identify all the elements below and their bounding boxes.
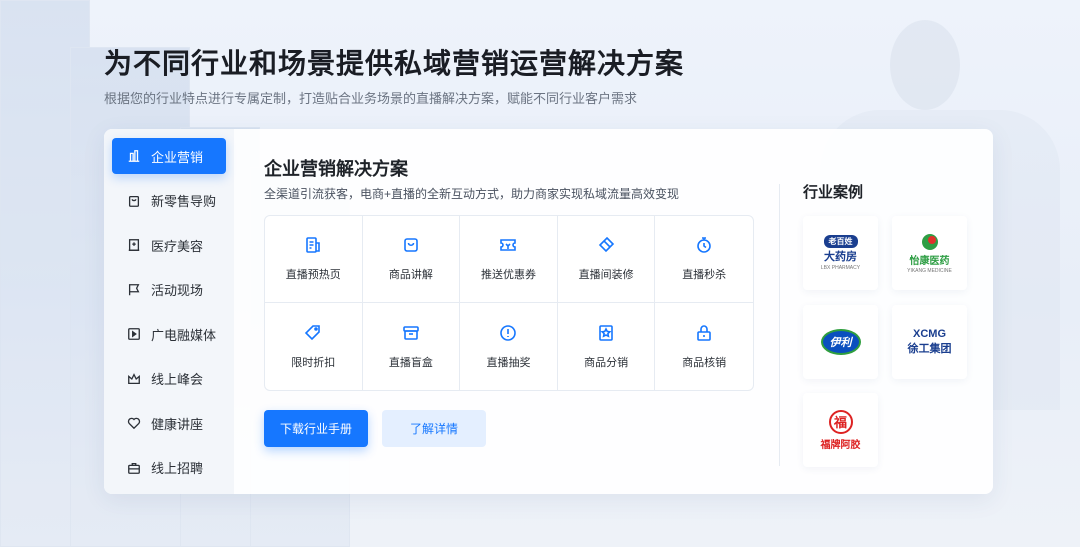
sidebar-item-broadcast-media[interactable]: 广电融媒体 <box>112 316 226 352</box>
logo-text: 福牌阿胶 <box>820 439 861 451</box>
feature-label: 直播抽奖 <box>486 356 531 369</box>
industry-sidebar: 企业营销 新零售导购 医疗美容 活动现场 广电融媒体 线上峰会 健康讲座 线上招… <box>104 129 234 494</box>
sidebar-item-label: 活动现场 <box>151 283 204 298</box>
xcmg-logo[interactable]: XCMG 徐工集团 <box>892 305 967 379</box>
feature-live-preview-page[interactable]: 直播预热页 <box>265 216 363 303</box>
box-icon <box>403 325 419 340</box>
industry-cases: 行业案例 老百姓 大药房 LBX PHARMACY 怡康医药 YIKANG ME… <box>803 129 983 494</box>
yili-logo[interactable]: 伊利 <box>803 305 878 379</box>
sidebar-item-event-venue[interactable]: 活动现场 <box>112 272 226 308</box>
building-icon <box>128 150 140 162</box>
briefcase-icon <box>128 462 140 474</box>
yikang-leaf-icon <box>921 234 938 250</box>
sidebar-item-enterprise-marketing[interactable]: 企业营销 <box>112 138 226 174</box>
sidebar-item-label: 线上招聘 <box>151 461 204 476</box>
feature-label: 推送优惠券 <box>480 269 536 281</box>
feature-product-distribution[interactable]: 商品分销 <box>558 303 656 390</box>
solutions-card: 企业营销 新零售导购 医疗美容 活动现场 广电融媒体 线上峰会 健康讲座 线上招… <box>104 129 993 494</box>
sidebar-item-label: 新零售导购 <box>151 194 217 209</box>
feature-label: 限时折扣 <box>291 356 336 369</box>
feature-product-verification[interactable]: 商品核销 <box>655 303 753 390</box>
hospital-icon <box>128 239 140 251</box>
sidebar-item-label: 广电融媒体 <box>151 327 217 343</box>
shopping-bag-icon <box>128 195 140 207</box>
feature-label: 直播秒杀 <box>682 269 727 281</box>
sidebar-item-new-retail[interactable]: 新零售导购 <box>112 183 226 219</box>
fupai-ejiao-logo[interactable]: 福 福牌阿胶 <box>803 393 878 467</box>
solution-panel: 企业营销解决方案 全渠道引流获客，电商+直播的全新互动方式，助力商家实现私域流量… <box>264 129 754 494</box>
sidebar-item-online-recruitment[interactable]: 线上招聘 <box>112 450 226 486</box>
feature-live-blind-box[interactable]: 直播盲盒 <box>363 303 461 390</box>
tag-icon <box>305 324 321 340</box>
heart-icon <box>127 417 141 430</box>
logo-text: 徐工集团 <box>907 343 952 355</box>
sidebar-item-medical-beauty[interactable]: 医疗美容 <box>112 227 226 263</box>
sidebar-item-health-lecture[interactable]: 健康讲座 <box>112 405 226 441</box>
sidebar-item-label: 医疗美容 <box>151 238 204 254</box>
logo-subtext: YIKANG MEDICINE <box>907 268 952 274</box>
product-bag-icon <box>404 238 418 252</box>
page-subtitle: 根据您的行业特点进行专属定制，打造贴合业务场景的直播解决方案，赋能不同行业客户需… <box>104 91 638 106</box>
feature-label: 直播间装修 <box>578 269 634 281</box>
download-handbook-button[interactable]: 下载行业手册 <box>264 410 368 447</box>
feature-label: 直播预热页 <box>285 269 341 281</box>
sidebar-item-online-summit[interactable]: 线上峰会 <box>112 361 226 397</box>
feature-label: 商品核销 <box>682 356 727 369</box>
feature-label: 直播盲盒 <box>388 356 433 369</box>
solution-title: 企业营销解决方案 <box>264 159 408 179</box>
feature-time-limited-discount[interactable]: 限时折扣 <box>265 303 363 390</box>
flag-icon <box>128 283 140 295</box>
logo-text: 怡康医药 <box>909 256 950 267</box>
lottery-icon <box>500 324 517 341</box>
preview-page-icon <box>306 237 321 253</box>
decorate-icon <box>598 236 615 253</box>
feature-push-coupon[interactable]: 推送优惠券 <box>460 216 558 303</box>
star-bookmark-icon <box>599 324 613 341</box>
page-title: 为不同行业和场景提供私域营销运营解决方案 <box>104 48 685 79</box>
divider <box>779 184 780 466</box>
feature-label: 商品讲解 <box>388 269 433 281</box>
logo-badge: XCMG <box>913 328 946 340</box>
cases-title: 行业案例 <box>803 184 864 201</box>
stopwatch-icon <box>697 237 711 253</box>
logo-subtext: LBX PHARMACY <box>820 265 861 271</box>
solution-description: 全渠道引流获客，电商+直播的全新互动方式，助力商家实现私域流量高效变现 <box>264 187 680 201</box>
logo-badge: 福 <box>828 409 853 434</box>
feature-product-explanation[interactable]: 商品讲解 <box>362 216 461 303</box>
feature-grid: 直播预热页 商品讲解 推送优惠券 直播间装修 直播秒杀 限时折扣 直播盲盒 直播… <box>264 215 754 391</box>
feature-live-lottery[interactable]: 直播抽奖 <box>460 303 558 390</box>
feature-studio-decoration[interactable]: 直播间装修 <box>557 216 656 303</box>
feature-live-flash-sale[interactable]: 直播秒杀 <box>655 216 753 303</box>
yikang-medicine-logo[interactable]: 怡康医药 YIKANG MEDICINE <box>892 216 967 290</box>
logo-text: 大药房 <box>824 251 857 263</box>
logo-text: 伊利 <box>829 337 852 349</box>
play-icon <box>128 328 140 340</box>
sidebar-item-label: 线上峰会 <box>151 372 204 387</box>
lbx-pharmacy-logo[interactable]: 老百姓 大药房 LBX PHARMACY <box>803 216 878 290</box>
learn-more-button[interactable]: 了解详情 <box>382 410 486 447</box>
coupon-icon <box>500 239 517 251</box>
sidebar-item-label: 企业营销 <box>151 149 204 165</box>
crown-icon <box>128 372 140 384</box>
yili-emblem: 伊利 <box>820 329 861 355</box>
feature-label: 商品分销 <box>584 356 629 369</box>
sidebar-item-label: 健康讲座 <box>151 416 204 432</box>
lock-icon <box>697 324 711 341</box>
logo-badge: 老百姓 <box>823 235 858 248</box>
